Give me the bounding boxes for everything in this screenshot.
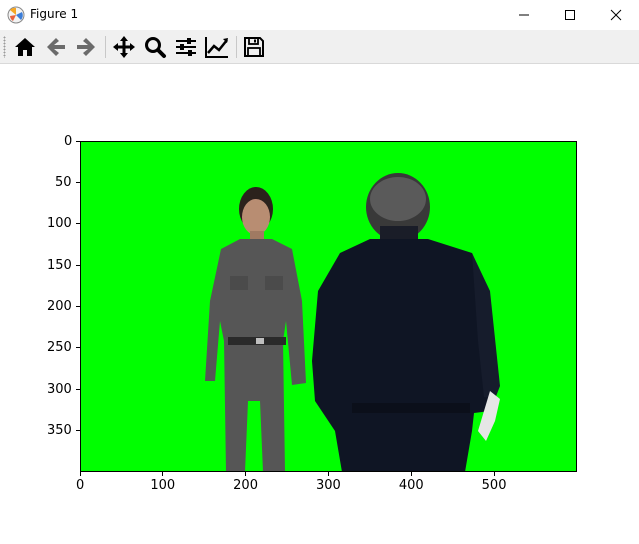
line-chart-icon <box>205 37 228 58</box>
back-button[interactable] <box>42 33 70 61</box>
title-bar: Figure 1 <box>0 0 639 30</box>
x-tick-mark <box>493 472 495 476</box>
y-tick-mark <box>76 388 80 390</box>
edit-axis-button[interactable] <box>203 33 231 61</box>
displayed-image <box>205 173 500 472</box>
y-tick-mark <box>76 181 80 183</box>
y-tick-mark <box>76 430 80 432</box>
matplotlib-app-icon <box>7 6 25 24</box>
y-tick-label: 50 <box>55 174 72 190</box>
move-icon <box>113 36 135 58</box>
y-tick-mark <box>76 140 80 142</box>
floppy-disk-icon <box>244 37 264 57</box>
y-tick-label: 0 <box>64 133 73 149</box>
y-tick-label: 250 <box>47 340 72 356</box>
toolbar-separator <box>236 36 237 58</box>
x-tick-label: 200 <box>233 478 258 493</box>
close-button[interactable] <box>593 0 639 30</box>
toolbar-grip <box>3 36 6 58</box>
y-tick-mark <box>76 223 80 225</box>
y-tick-mark <box>76 306 80 307</box>
y-tick-label: 100 <box>47 216 72 232</box>
x-tick-label: 400 <box>398 478 424 493</box>
home-icon <box>15 38 35 56</box>
x-tick-label: 100 <box>150 478 176 493</box>
y-tick-label: 150 <box>47 257 72 273</box>
navigation-toolbar <box>0 30 639 64</box>
magnifier-icon <box>145 37 166 58</box>
y-tick-label: 300 <box>47 381 72 397</box>
pan-button[interactable] <box>110 33 138 61</box>
minimize-icon <box>519 14 529 16</box>
zoom-button[interactable] <box>141 33 169 61</box>
arrow-left-icon <box>47 38 65 56</box>
maximize-icon <box>565 10 575 20</box>
y-tick-mark <box>76 264 80 266</box>
arrow-right-icon <box>77 38 95 56</box>
y-tick-label: 200 <box>47 299 72 314</box>
image-axes[interactable] <box>80 141 577 472</box>
toolbar-separator <box>105 36 106 58</box>
person-dark-jacket <box>312 173 500 472</box>
subplots-button[interactable] <box>172 33 200 61</box>
x-tick-label: 300 <box>316 478 341 493</box>
x-tick-label: 0 <box>76 478 85 493</box>
window-title: Figure 1 <box>30 7 79 21</box>
x-tick-mark <box>245 472 247 476</box>
minimize-button[interactable] <box>501 0 547 30</box>
close-icon <box>610 9 622 21</box>
x-tick-mark <box>328 472 329 476</box>
y-tick-label: 350 <box>47 423 72 439</box>
save-button[interactable] <box>240 33 268 61</box>
home-button[interactable] <box>11 33 39 61</box>
x-tick-mark <box>79 472 81 476</box>
forward-button[interactable] <box>72 33 100 61</box>
x-tick-label: 500 <box>481 478 507 493</box>
maximize-button[interactable] <box>547 0 593 30</box>
sliders-icon <box>176 38 196 56</box>
person-grey-uniform <box>205 187 306 472</box>
x-tick-mark <box>410 472 412 476</box>
x-tick-mark <box>162 472 164 476</box>
y-tick-mark <box>76 347 80 349</box>
